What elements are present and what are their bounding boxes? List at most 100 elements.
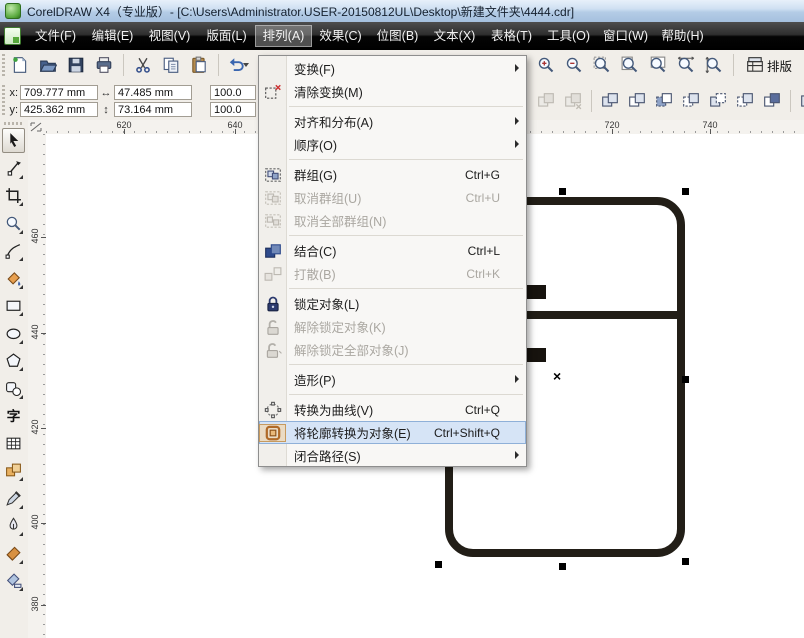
crop-tool[interactable] bbox=[2, 183, 25, 208]
scale-v-field[interactable] bbox=[210, 102, 256, 117]
simplify-button[interactable] bbox=[679, 89, 703, 113]
back-minus-front-button[interactable] bbox=[733, 89, 757, 113]
cut-button[interactable] bbox=[131, 53, 155, 77]
selection-handle-right-middle[interactable] bbox=[682, 376, 689, 383]
paste-button[interactable] bbox=[187, 53, 211, 77]
menubar-item-10[interactable]: 工具(O) bbox=[540, 25, 597, 47]
zoom-out-button[interactable] bbox=[562, 53, 586, 77]
menubar-item-9[interactable]: 表格(T) bbox=[483, 25, 540, 47]
pick-tool[interactable] bbox=[2, 128, 25, 153]
zoom-width-button[interactable] bbox=[674, 53, 698, 77]
menu-separator bbox=[259, 361, 526, 368]
weld-button[interactable] bbox=[598, 89, 622, 113]
eyedropper-tool[interactable] bbox=[2, 486, 25, 511]
layout-icon bbox=[746, 56, 764, 74]
ruler-origin[interactable] bbox=[28, 120, 47, 135]
selection-handle-top-right[interactable] bbox=[682, 188, 689, 195]
group-icon bbox=[264, 166, 282, 184]
print-button[interactable] bbox=[92, 53, 116, 77]
copy-icon bbox=[162, 56, 180, 74]
menubar-item-2[interactable]: 编辑(E) bbox=[84, 25, 141, 47]
fill-tool[interactable] bbox=[2, 541, 25, 566]
height-field[interactable] bbox=[114, 102, 192, 117]
arrange-menu-item-20[interactable]: 转换为曲线(V) Ctrl+Q bbox=[259, 398, 526, 421]
zoom-tool[interactable] bbox=[2, 211, 25, 236]
menu-item-label: 将轮廓转换为对象(E) bbox=[294, 427, 411, 441]
width-field[interactable] bbox=[114, 85, 192, 100]
basic-shapes-tool[interactable] bbox=[2, 376, 25, 401]
y-position-field[interactable] bbox=[20, 102, 98, 117]
arrange-menu-item-11[interactable]: 结合(C) Ctrl+L bbox=[259, 239, 526, 262]
undo-dropdown-caret[interactable] bbox=[243, 63, 249, 67]
blend-tool[interactable] bbox=[2, 458, 25, 483]
arrange-menu-dropdown: 变换(F) 清除变换(M) 对齐和分布(A) 顺序(O) 群组(G) Ctrl+G 取消群组… bbox=[258, 55, 527, 467]
menubar-item-1[interactable]: 文件(F) bbox=[27, 25, 84, 47]
ungroup-disabled-button[interactable] bbox=[561, 89, 585, 113]
ungroup-disabled-icon bbox=[564, 92, 582, 110]
trim-icon bbox=[628, 92, 646, 110]
copy-button[interactable] bbox=[159, 53, 183, 77]
menubar-item-6[interactable]: 效果(C) bbox=[312, 25, 369, 47]
toolbar-grip[interactable] bbox=[2, 54, 5, 77]
vertical-ruler[interactable]: 460 440 420 400 380 bbox=[28, 134, 47, 638]
layout-button[interactable]: 排版 bbox=[741, 53, 797, 77]
menubar-item-7[interactable]: 位图(B) bbox=[369, 25, 426, 47]
selection-handle-top-center[interactable] bbox=[559, 188, 566, 195]
arrange-menu-item-21[interactable]: 将轮廓转换为对象(E) Ctrl+Shift+Q bbox=[259, 421, 526, 444]
ruler-label: 720 bbox=[604, 120, 620, 130]
arrange-menu-item-7[interactable]: 群组(G) Ctrl+G bbox=[259, 163, 526, 186]
zoom-all-button[interactable] bbox=[618, 53, 642, 77]
shape-tool-icon bbox=[5, 160, 22, 177]
front-minus-back-icon bbox=[709, 92, 727, 110]
open-button[interactable] bbox=[36, 53, 60, 77]
arrange-menu-item-22[interactable]: 闭合路径(S) bbox=[259, 444, 526, 467]
table-tool[interactable] bbox=[2, 431, 25, 456]
scale-h-field[interactable] bbox=[210, 85, 256, 100]
selection-handle-bottom-left[interactable] bbox=[435, 561, 442, 568]
menu-item-label: 打散(B) bbox=[294, 268, 336, 282]
menubar-item-5[interactable]: 排列(A) bbox=[255, 25, 312, 47]
selection-handle-bottom-right[interactable] bbox=[682, 558, 689, 565]
document-icon[interactable] bbox=[4, 27, 21, 45]
shape-tool[interactable] bbox=[2, 156, 25, 181]
clipped-button[interactable] bbox=[797, 89, 804, 113]
selection-handle-bottom-center[interactable] bbox=[559, 563, 566, 570]
interactive-fill-tool[interactable] bbox=[2, 568, 25, 593]
arrange-menu-item-12: 打散(B) Ctrl+K bbox=[259, 262, 526, 285]
outline-pen-tool[interactable] bbox=[2, 513, 25, 538]
zoom-height-button[interactable] bbox=[702, 53, 726, 77]
zoom-page-button[interactable] bbox=[646, 53, 670, 77]
x-position-field[interactable] bbox=[20, 85, 98, 100]
property-bar-grip[interactable] bbox=[2, 85, 5, 116]
intersect-button[interactable] bbox=[652, 89, 676, 113]
menubar-item-8[interactable]: 文本(X) bbox=[426, 25, 483, 47]
menubar-item-4[interactable]: 版面(L) bbox=[198, 25, 255, 47]
toolbox-grip[interactable] bbox=[4, 122, 22, 125]
new-document-button[interactable] bbox=[8, 53, 32, 77]
save-button[interactable] bbox=[64, 53, 88, 77]
menu-item-shortcut: Ctrl+Q bbox=[464, 402, 500, 417]
rectangle-tool[interactable] bbox=[2, 293, 25, 318]
zoom-in-button[interactable] bbox=[534, 53, 558, 77]
arrange-menu-item-14[interactable]: 锁定对象(L) bbox=[259, 292, 526, 315]
polygon-tool[interactable] bbox=[2, 348, 25, 373]
undo-button[interactable] bbox=[226, 53, 250, 77]
smart-fill-tool[interactable] bbox=[2, 266, 25, 291]
text-tool[interactable]: 字 bbox=[2, 403, 25, 428]
menubar-item-3[interactable]: 视图(V) bbox=[141, 25, 198, 47]
freehand-tool[interactable] bbox=[2, 238, 25, 263]
trim-button[interactable] bbox=[625, 89, 649, 113]
create-boundary-button[interactable] bbox=[760, 89, 784, 113]
zoom-selected-button[interactable] bbox=[590, 53, 614, 77]
group-disabled-button[interactable] bbox=[534, 89, 558, 113]
arrange-menu-item-5[interactable]: 顺序(O) bbox=[259, 133, 526, 156]
ellipse-tool[interactable] bbox=[2, 321, 25, 346]
arrange-menu-item-4[interactable]: 对齐和分布(A) bbox=[259, 110, 526, 133]
arrange-menu-item-18[interactable]: 造形(P) bbox=[259, 368, 526, 391]
menubar-item-12[interactable]: 帮助(H) bbox=[654, 25, 711, 47]
arrange-menu-item-1[interactable]: 变换(F) bbox=[259, 57, 526, 80]
menubar-item-11[interactable]: 窗口(W) bbox=[597, 25, 654, 47]
arrange-menu-item-2[interactable]: 清除变换(M) bbox=[259, 80, 526, 103]
selection-center-marker[interactable]: × bbox=[553, 369, 561, 383]
front-minus-back-button[interactable] bbox=[706, 89, 730, 113]
